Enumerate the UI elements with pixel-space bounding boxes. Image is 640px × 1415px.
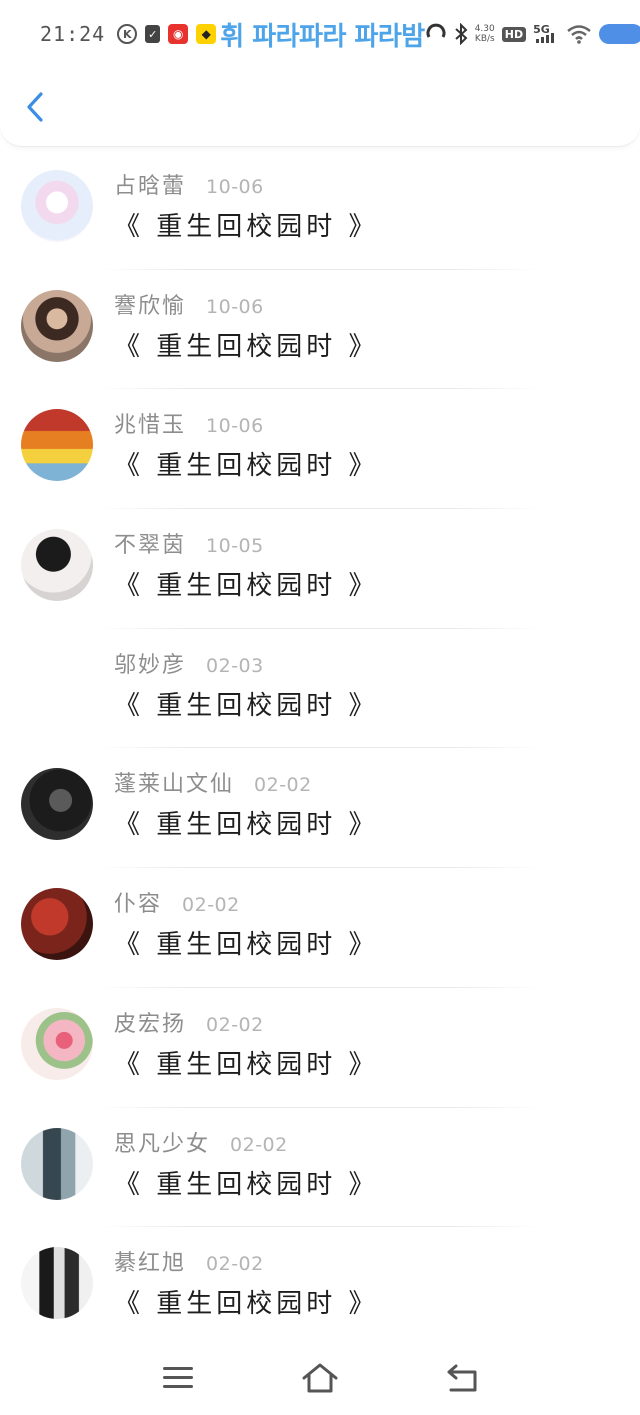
app-icon: ◆: [196, 24, 217, 44]
battery-icon: [599, 24, 640, 44]
list-item[interactable]: 邬妙彦 02-03 《 重生回校园时 》: [0, 629, 640, 749]
back-icon: [447, 1364, 477, 1392]
home-button[interactable]: [300, 1358, 340, 1398]
notification-icons: K ✓ ◉ ◆: [117, 24, 217, 44]
username[interactable]: 蓬莱山文仙: [114, 766, 234, 798]
list-item[interactable]: 占晗蕾 10-06 《 重生回校园时 》: [0, 150, 640, 270]
comment-date: 02-02: [206, 1013, 264, 1036]
menu-icon: [163, 1367, 193, 1388]
comment-text: 《 重生回校园时 》: [114, 451, 379, 482]
comment-date: 10-06: [206, 176, 264, 198]
username[interactable]: 皮宏扬: [114, 1006, 186, 1038]
comment-date: 10-06: [206, 415, 264, 438]
avatar[interactable]: [21, 888, 93, 961]
username[interactable]: 綦红旭: [114, 1245, 186, 1277]
comment-text: 《 重生回校园时 》: [114, 571, 379, 602]
network-speed: 4.30 KB/s: [474, 24, 495, 44]
username[interactable]: 不翠茵: [114, 527, 186, 559]
comment-text: 《 重生回校园时 》: [114, 1169, 379, 1200]
username[interactable]: 思凡少女: [114, 1126, 210, 1158]
netease-music-icon: ◉: [168, 24, 189, 44]
list-item[interactable]: 不翠茵 10-05 《 重生回校园时 》: [0, 509, 640, 629]
comment-text: 《 重生回校园时 》: [114, 1049, 379, 1080]
signal-icon: 5G: [533, 23, 559, 44]
status-time: 21:24: [40, 22, 106, 46]
comment-date: 02-02: [254, 774, 312, 797]
comment-date: 10-05: [206, 535, 264, 558]
status-banner: 휘 파라파라 파라밤: [220, 21, 425, 52]
avatar[interactable]: [21, 768, 93, 841]
avatar[interactable]: [21, 409, 93, 482]
comment-list: 占晗蕾 10-06 《 重生回校园时 》 謇欣愉 10-06 《 重生回校园时 …: [0, 150, 640, 1347]
avatar[interactable]: [21, 289, 93, 362]
sync-icon: [426, 23, 446, 38]
avatar[interactable]: [21, 1127, 93, 1200]
menu-button[interactable]: [158, 1358, 198, 1398]
hd-badge: HD: [501, 26, 527, 42]
username[interactable]: 邬妙彦: [114, 647, 186, 679]
comment-date: 02-02: [182, 894, 240, 917]
list-item[interactable]: 皮宏扬 02-02 《 重生回校园时 》: [0, 988, 640, 1108]
avatar[interactable]: [21, 649, 93, 721]
avatar[interactable]: [21, 529, 93, 602]
comment-date: 02-02: [230, 1133, 288, 1156]
wifi-icon: [567, 25, 591, 44]
comment-text: 《 重生回校园时 》: [114, 930, 379, 961]
list-item[interactable]: 綦红旭 02-02 《 重生回校园时 》: [0, 1227, 640, 1347]
username[interactable]: 仆容: [114, 886, 162, 918]
comment-text: 《 重生回校园时 》: [114, 1289, 379, 1320]
list-item[interactable]: 思凡少女 02-02 《 重生回校园时 》: [0, 1108, 640, 1228]
bluetooth-icon: [455, 23, 468, 45]
k-icon: K: [117, 24, 138, 44]
comment-date: 02-02: [206, 1253, 264, 1276]
comment-text: 《 重生回校园时 》: [114, 331, 379, 362]
comment-text: 《 重生回校园时 》: [114, 212, 379, 242]
chevron-left-icon[interactable]: [22, 90, 48, 124]
bottom-nav-bar: [0, 1340, 640, 1415]
list-item[interactable]: 謇欣愉 10-06 《 重生回校园时 》: [0, 270, 640, 390]
comment-text: 《 重生回校园时 》: [114, 690, 379, 721]
status-bar: 21:24 K ✓ ◉ ◆ 휘 파라파라 파라밤 4.30 KB/s HD 5G: [0, 0, 640, 68]
list-item[interactable]: 兆惜玉 10-06 《 重生回校园时 》: [0, 389, 640, 510]
comment-date: 02-03: [206, 654, 264, 677]
comment-date: 10-06: [206, 295, 264, 318]
avatar[interactable]: [21, 1007, 93, 1080]
back-button[interactable]: [442, 1358, 482, 1398]
avatar[interactable]: [21, 170, 93, 242]
home-icon: [302, 1363, 338, 1393]
comment-text: 《 重生回校园时 》: [114, 810, 379, 841]
list-item[interactable]: 仆容 02-02 《 重生回校园时 》: [0, 868, 640, 988]
status-right-icons: 4.30 KB/s HD 5G: [425, 23, 640, 45]
avatar[interactable]: [21, 1247, 93, 1320]
username[interactable]: 兆惜玉: [114, 407, 186, 439]
list-item[interactable]: 蓬莱山文仙 02-02 《 重生回校园时 》: [0, 748, 640, 869]
clipboard-icon: ✓: [145, 25, 161, 43]
username[interactable]: 謇欣愉: [114, 288, 186, 320]
top-nav-bar: [0, 68, 640, 147]
username[interactable]: 占晗蕾: [114, 168, 186, 200]
